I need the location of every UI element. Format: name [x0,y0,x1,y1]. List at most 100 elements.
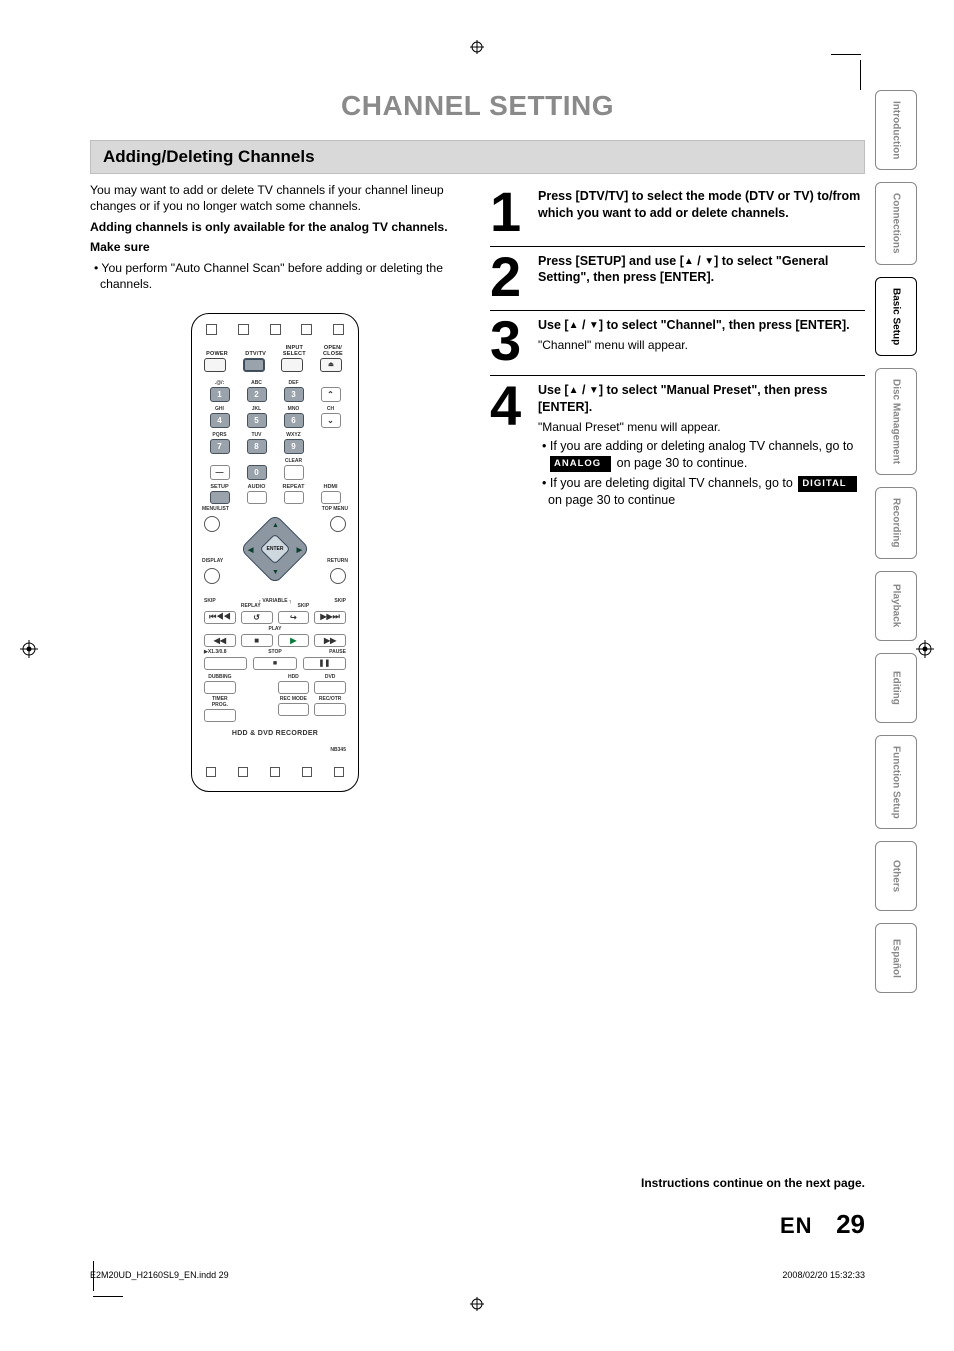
remote-model-text: NB345 [200,747,350,753]
step-3-text: Use [▲ / ▼] to select "Channel", then pr… [538,317,850,334]
nav-left-icon: ◀ [248,546,253,554]
remote-return-label: RETURN [327,558,348,564]
remote-recmode-label: REC MODE [278,696,310,702]
remote-audio-button [247,491,267,504]
step-4-li2: • If you are deleting digital TV channel… [538,475,865,509]
step-1-text: Press [DTV/TV] to select the mode (DTV o… [538,188,865,222]
remote-sq [334,767,344,777]
remote-var-skip2: SKIP [334,598,346,604]
remote-hdmi-label: HDMI [315,484,346,490]
kp-lbl: PQRS [204,432,235,438]
page-number: 29 [836,1209,865,1239]
step-number: 3 [490,317,530,365]
remote-key-7: 7 [210,439,230,454]
remote-recmode-button [278,703,310,716]
remote-pause-label: PAUSE [303,649,346,655]
step-4-text: Use [▲ / ▼] to select "Manual Preset", t… [538,382,865,416]
remote-menulist-label: MENU/LIST [202,506,229,512]
remote-var-label: VARIABLE [262,598,287,604]
remote-repeat-button [284,491,304,504]
kp-lbl: JKL [241,406,272,412]
tab-editing[interactable]: Editing [875,653,917,723]
remote-input-label: INPUT SELECT [281,345,307,357]
intro-text: You may want to add or delete TV channel… [90,182,450,293]
remote-display-label: DISPLAY [202,558,223,564]
step-number: 1 [490,188,530,236]
remote-setup-button [210,491,230,504]
remote-skipfwd-var: ↪ [278,611,310,624]
remote-dvd-button [314,681,346,694]
tab-playback[interactable]: Playback [875,571,917,641]
remote-illustration: POWER DTV/TV INPUT SELECT OPEN/ CLOSE⏏ .… [185,313,365,792]
continue-note: Instructions continue on the next page. [641,1176,865,1190]
remote-clear-button [284,465,304,480]
remote-key-9: 9 [284,439,304,454]
page-lang: EN [780,1213,813,1238]
digital-badge: DIGITAL [798,476,856,492]
remote-brand-text: HDD & DVD RECORDER [200,730,350,737]
remote-var-skip3: SKIP [297,603,309,609]
remote-key-0: 0 [247,465,267,480]
remote-skipback: ⏮◀◀ [204,611,236,624]
remote-pause-button: ❚❚ [303,657,346,670]
remote-display-button [204,568,220,584]
remote-hdd-label: HDD [278,674,310,680]
tab-function-setup[interactable]: Function Setup [875,735,917,830]
remote-dubbing-label: DUBBING [204,674,236,680]
remote-key-8: 8 [247,439,267,454]
tab-recording[interactable]: Recording [875,487,917,558]
tab-connections[interactable]: Connections [875,182,917,265]
remote-dtvtv-button [243,358,265,372]
tab-others[interactable]: Others [875,841,917,911]
registration-mark-right [916,640,934,658]
kp-lbl-clear: CLEAR [278,458,309,464]
remote-timer-button [204,709,236,722]
kp-lbl: GHI [204,406,235,412]
nav-down-icon: ▼ [272,569,279,576]
remote-stop-label: STOP [253,649,296,655]
kp-lbl: .@/: [204,380,235,386]
print-footer-left: E2M20UD_H2160SL9_EN.indd 29 [90,1270,229,1280]
remote-stop-button: ■ [253,657,296,670]
remote-sq [301,324,312,335]
remote-play-label: PLAY [200,626,350,632]
kp-lbl: ABC [241,380,272,386]
kp-lbl: WXYZ [278,432,309,438]
remote-dubbing-button [204,681,236,694]
remote-ch-up: ⌃ [321,387,341,402]
step-2-text: Press [SETUP] and use [▲ / ▼] to select … [538,253,865,287]
remote-ch-down: ⌄ [321,413,341,428]
tab-disc-management[interactable]: Disc Management [875,368,917,475]
intro-p4: • You perform "Auto Channel Scan" before… [90,260,450,293]
remote-hdmi-button [321,491,341,504]
remote-power-label: POWER [204,351,230,357]
remote-replay: ↺ [241,611,273,624]
remote-recotr-label: REC/OTR [314,696,346,702]
analog-badge: ANALOG [550,456,611,472]
remote-stop-small: ■ [241,634,273,647]
remote-setup-label: SETUP [204,484,235,490]
section-header: Adding/Deleting Channels [90,140,865,174]
registration-mark-top [470,40,484,54]
intro-p2: Adding channels is only available for th… [90,219,450,235]
down-arrow-icon: ▼ [589,320,599,331]
side-tabs: Introduction Connections Basic Setup Dis… [875,90,917,993]
nav-right-icon: ▶ [297,546,302,554]
remote-hdd-button [278,681,310,694]
remote-topmenu-button [330,516,346,532]
remote-recotr-button [314,703,346,716]
step-4-sub: "Manual Preset" menu will appear. [538,419,865,435]
step-3-sub: "Channel" menu will appear. [538,337,850,353]
page-title: CHANNEL SETTING [90,90,865,122]
tab-basic-setup[interactable]: Basic Setup [875,277,917,356]
remote-key-2: 2 [247,387,267,402]
remote-key-5: 5 [247,413,267,428]
down-arrow-icon: ▼ [704,256,714,267]
tab-espanol[interactable]: Español [875,923,917,993]
remote-repeat-label: REPEAT [278,484,309,490]
tab-introduction[interactable]: Introduction [875,90,917,170]
remote-rew: ◀◀ [204,634,236,647]
step-number: 4 [490,382,530,512]
remote-ff: ▶▶ [314,634,346,647]
page-footer: EN 29 [780,1209,865,1240]
